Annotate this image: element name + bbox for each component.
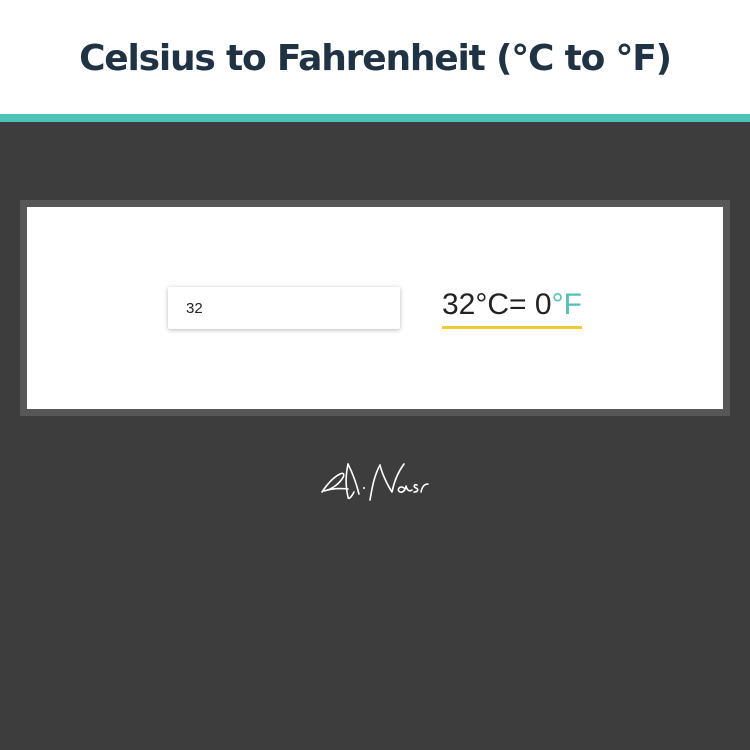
signature-logo: [321, 463, 429, 501]
result-celsius-value: 32: [442, 287, 476, 321]
result-fahrenheit-unit: °F: [551, 287, 582, 321]
conversion-result: 32 °C = 0 °F: [442, 285, 582, 329]
page-title: Celsius to Fahrenheit (°C to °F): [79, 37, 672, 79]
result-fahrenheit-value: 0: [534, 287, 552, 321]
converter-panel: 32°C= 0°F: [20, 200, 730, 416]
page-header: Celsius to Fahrenheit (°C to °F): [0, 0, 750, 122]
celsius-input[interactable]: [168, 287, 400, 329]
result-equals: =: [509, 287, 535, 321]
result-celsius-unit: °C: [475, 287, 510, 321]
